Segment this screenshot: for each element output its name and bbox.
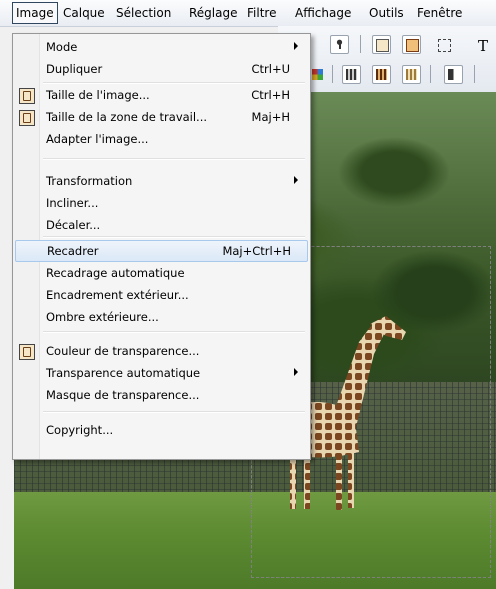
menu-outils[interactable]: Outils <box>366 5 407 21</box>
menu-item-shortcut: Ctrl+H <box>251 88 290 102</box>
menu-selection[interactable]: Sélection <box>113 5 174 21</box>
figure-icon <box>334 39 345 50</box>
menu-item-incliner[interactable]: Incliner... <box>15 193 306 215</box>
grid-light-icon <box>406 69 417 80</box>
menu-item-transparence-automatique[interactable]: Transparence automatique <box>15 363 306 385</box>
toolbar-button-7[interactable] <box>372 65 391 84</box>
menu-separator <box>43 236 305 238</box>
menu-item-label: Mode <box>46 40 78 54</box>
toolbar-button-4[interactable] <box>434 35 453 54</box>
menu-item-label: Recadrer <box>47 244 99 258</box>
menu-filtre[interactable]: Filtre <box>244 5 279 21</box>
menu-item-label: Couleur de transparence... <box>46 344 200 358</box>
menu-item-label: Transparence automatique <box>46 366 201 380</box>
submenu-arrow-icon <box>294 176 298 184</box>
menu-separator <box>43 411 305 413</box>
menu-image[interactable]: Image <box>12 2 58 24</box>
menu-separator <box>43 82 305 84</box>
menu-separator <box>43 158 305 160</box>
menu-separator <box>43 331 305 333</box>
menu-item-label: Taille de la zone de travail... <box>46 110 208 124</box>
toolbar-button-6[interactable] <box>342 65 361 84</box>
menu-item-label: Recadrage automatique <box>46 266 185 280</box>
submenu-arrow-icon <box>294 368 298 376</box>
menu-item-label: Masque de transparence... <box>46 388 200 402</box>
menu-item-ombre-ext-rieure[interactable]: Ombre extérieure... <box>15 307 306 329</box>
grid-icon <box>346 69 357 80</box>
menu-item-label: Dupliquer <box>46 62 103 76</box>
menu-reglage[interactable]: Réglage <box>186 5 241 21</box>
menu-item-masque-de-transparence[interactable]: Masque de transparence... <box>15 385 306 407</box>
menu-item-shortcut: Ctrl+U <box>251 62 290 76</box>
toolbar-button-8[interactable] <box>402 65 421 84</box>
menu-item-couleur-de-transparence[interactable]: Couleur de transparence... <box>15 341 306 363</box>
toolbar-button-2[interactable] <box>372 35 391 54</box>
menu-calque[interactable]: Calque <box>60 5 108 21</box>
figure-crop-icon <box>406 39 419 52</box>
menu-item-d-caler[interactable]: Décaler... <box>15 215 306 237</box>
menu-item-label: Transformation <box>46 174 133 188</box>
grid-dark-icon <box>376 69 387 80</box>
menu-item-label: Copyright... <box>46 423 114 437</box>
menu-item-mode[interactable]: Mode <box>15 37 306 59</box>
menu-item-recadrage-automatique[interactable]: Recadrage automatique <box>15 263 306 285</box>
menu-item-recadrer[interactable]: Recadrer Maj+Ctrl+H <box>15 240 308 262</box>
menu-item-taille-de-l-image[interactable]: Taille de l'image... Ctrl+H <box>15 85 306 107</box>
menu-bar: Image Calque Sélection Réglage Filtre Af… <box>0 0 496 27</box>
menu-item-shortcut: Maj+Ctrl+H <box>222 244 291 258</box>
toolbar-button-3[interactable] <box>402 35 421 54</box>
menu-item-label: Taille de l'image... <box>46 88 150 102</box>
menu-item-label: Ombre extérieure... <box>46 310 159 324</box>
image-menu-dropdown: Mode Dupliquer Ctrl+U Taille de l'image... C… <box>12 33 311 460</box>
menu-item-dupliquer[interactable]: Dupliquer Ctrl+U <box>15 59 306 81</box>
figure-frame-icon <box>376 39 389 52</box>
menu-affichage[interactable]: Affichage <box>292 5 354 21</box>
menu-item-label: Adapter l'image... <box>46 132 149 146</box>
palette-icon <box>312 69 323 80</box>
menu-item-adapter-l-image[interactable]: Adapter l'image... <box>15 129 306 151</box>
menu-item-shortcut: Maj+H <box>251 110 290 124</box>
menu-item-transformation[interactable]: Transformation <box>15 171 306 193</box>
image-size-icon <box>19 88 35 104</box>
transparency-color-icon <box>19 344 35 360</box>
contrast-icon <box>448 69 459 80</box>
text-tool-label[interactable]: T <box>478 37 488 55</box>
submenu-arrow-icon <box>294 42 298 50</box>
menu-item-label: Encadrement extérieur... <box>46 288 189 302</box>
selection-rect-icon <box>438 39 451 52</box>
menu-item-label: Décaler... <box>46 218 101 232</box>
canvas-size-icon <box>19 110 35 126</box>
menu-item-copyright[interactable]: Copyright... <box>15 420 306 442</box>
menu-item-encadrement-ext-rieur[interactable]: Encadrement extérieur... <box>15 285 306 307</box>
toolbar-button-1[interactable] <box>330 35 349 54</box>
menu-item-label: Incliner... <box>46 196 99 210</box>
menu-item-taille-de-la-zone-de-travail[interactable]: Taille de la zone de travail... Maj+H <box>15 107 306 129</box>
toolbar-button-9[interactable] <box>444 65 463 84</box>
menu-fenetre[interactable]: Fenêtre <box>414 5 465 21</box>
